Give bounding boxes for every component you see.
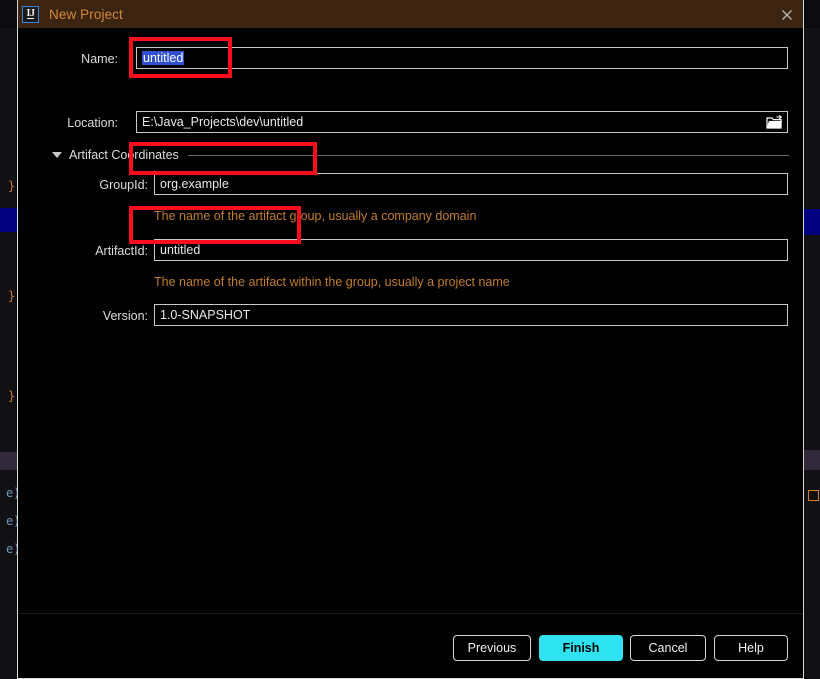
intellij-idea-icon: IJ bbox=[22, 5, 39, 23]
background-token: } bbox=[8, 180, 16, 192]
background-caret-line bbox=[804, 450, 820, 470]
dialog-footer: Previous Finish Cancel Help bbox=[18, 613, 803, 678]
previous-button[interactable]: Previous bbox=[453, 635, 531, 661]
name-input[interactable]: untitled bbox=[136, 47, 788, 69]
app-icon-letters: IJ bbox=[26, 8, 35, 19]
location-label: Location: bbox=[67, 116, 118, 130]
background-selection bbox=[0, 208, 17, 232]
location-input[interactable]: E:\Java_Projects\dev\untitled bbox=[136, 111, 788, 133]
help-button[interactable]: Help bbox=[714, 635, 788, 661]
groupid-input[interactable]: org.example bbox=[154, 173, 788, 195]
name-label: Name: bbox=[81, 52, 118, 66]
background-caret-line bbox=[0, 452, 17, 470]
background-gutter-icon bbox=[808, 490, 819, 501]
section-divider bbox=[187, 154, 789, 156]
artifact-coordinates-section-header[interactable]: Artifact Coordinates bbox=[52, 148, 789, 162]
triangle-down-icon bbox=[52, 152, 62, 158]
background-token: } bbox=[8, 290, 16, 302]
groupid-label: GroupId: bbox=[99, 178, 148, 192]
folder-open-icon[interactable] bbox=[766, 114, 783, 130]
artifactid-label: ArtifactId: bbox=[95, 244, 148, 258]
background-token: } bbox=[8, 390, 16, 402]
artifactid-hint: The name of the artifact within the grou… bbox=[154, 275, 510, 289]
artifactid-input-value: untitled bbox=[160, 243, 201, 257]
artifactid-input[interactable]: untitled bbox=[154, 239, 788, 261]
name-input-value: untitled bbox=[142, 51, 185, 65]
version-input[interactable]: 1.0-SNAPSHOT bbox=[154, 304, 788, 326]
background-selection bbox=[804, 209, 820, 235]
dialog-titlebar: IJ New Project bbox=[18, 0, 803, 28]
version-label: Version: bbox=[102, 309, 148, 323]
dialog-title: New Project bbox=[49, 6, 123, 22]
background-editor-left bbox=[0, 28, 17, 679]
location-input-value: E:\Java_Projects\dev\untitled bbox=[142, 115, 304, 129]
groupid-hint: The name of the artifact group, usually … bbox=[154, 209, 477, 223]
cancel-button[interactable]: Cancel bbox=[630, 635, 706, 661]
groupid-input-value: org.example bbox=[160, 177, 229, 191]
dialog-body: Name: untitled Location: E:\Java_Project… bbox=[18, 28, 803, 613]
close-icon[interactable] bbox=[779, 7, 795, 23]
finish-button[interactable]: Finish bbox=[539, 635, 623, 661]
new-project-dialog: IJ New Project Name: untitled Location: … bbox=[17, 0, 804, 679]
artifact-coordinates-title: Artifact Coordinates bbox=[69, 148, 179, 162]
background-editor-right bbox=[804, 28, 820, 679]
version-input-value: 1.0-SNAPSHOT bbox=[160, 308, 251, 322]
